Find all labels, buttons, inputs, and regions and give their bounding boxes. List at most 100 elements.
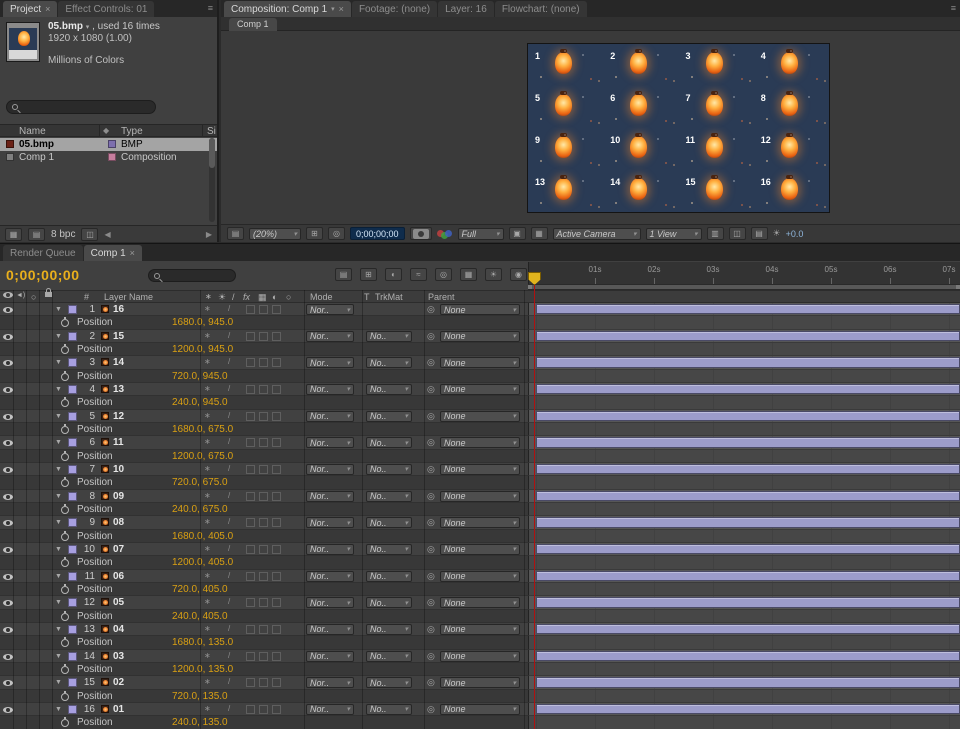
- project-item-comp[interactable]: Comp 1 Composition: [0, 151, 217, 164]
- composition-view[interactable]: 12345678910111213141516: [528, 44, 829, 212]
- parent-pickwhip-icon[interactable]: ◎: [427, 437, 435, 448]
- visibility-toggle-icon[interactable]: [3, 600, 13, 606]
- layer-row[interactable]: ▼ 11 06 ∗ / Nor.. ▾ No.. ▾ ◎ None ▾: [0, 570, 960, 583]
- position-value[interactable]: 1200.0, 135.0: [172, 664, 233, 675]
- visibility-toggle-icon[interactable]: [3, 387, 13, 393]
- stopwatch-icon[interactable]: [61, 666, 69, 674]
- parent-pickwhip-icon[interactable]: ◎: [427, 517, 435, 528]
- project-scrollbar[interactable]: [209, 138, 215, 222]
- quality-column-icon[interactable]: /: [232, 292, 235, 302]
- trkmat-dropdown[interactable]: No.. ▾: [366, 517, 412, 528]
- audio-column-icon[interactable]: ◄): [16, 292, 25, 299]
- parent-pickwhip-icon[interactable]: ◎: [427, 357, 435, 368]
- parent-dropdown[interactable]: None ▾: [440, 491, 520, 502]
- layer-track[interactable]: [528, 676, 960, 689]
- property-name[interactable]: Position: [77, 717, 113, 728]
- tab-comp1-timeline[interactable]: Comp 1 ×: [84, 245, 142, 261]
- property-name[interactable]: Position: [77, 504, 113, 515]
- mode-dropdown[interactable]: Nor.. ▾: [306, 357, 354, 368]
- fx-switch-box[interactable]: [246, 492, 255, 501]
- layer-name[interactable]: 12: [113, 411, 124, 422]
- visibility-toggle-icon[interactable]: [3, 574, 13, 580]
- layer-color-swatch[interactable]: [68, 438, 77, 447]
- trkmat-dropdown[interactable]: No.. ▾: [366, 544, 412, 555]
- column-number[interactable]: #: [84, 292, 89, 302]
- property-row[interactable]: Position 1680.0, 945.0: [0, 316, 960, 329]
- fx-switch-box[interactable]: [246, 358, 255, 367]
- layer-row[interactable]: ▼ 4 13 ∗ / Nor.. ▾ No.. ▾ ◎ None ▾: [0, 383, 960, 396]
- motionblur-switch-box[interactable]: [272, 385, 281, 394]
- frameblend-switch-box[interactable]: [259, 625, 268, 634]
- stopwatch-icon[interactable]: [61, 559, 69, 567]
- visibility-toggle-icon[interactable]: [3, 707, 13, 713]
- motionblur-switch-box[interactable]: [272, 305, 281, 314]
- parent-dropdown[interactable]: None ▾: [440, 677, 520, 688]
- layer-duration-bar[interactable]: [536, 624, 960, 634]
- comp-subtab[interactable]: Comp 1: [229, 18, 277, 31]
- visibility-toggle-icon[interactable]: [3, 334, 13, 340]
- layer-duration-bar[interactable]: [536, 651, 960, 661]
- snapshot-button[interactable]: [410, 227, 432, 240]
- mode-dropdown[interactable]: Nor.. ▾: [306, 464, 354, 475]
- transparency-grid-icon[interactable]: ▦: [531, 227, 548, 240]
- property-row[interactable]: Position 1680.0, 135.0: [0, 636, 960, 649]
- motionblur-switch-box[interactable]: [272, 412, 281, 421]
- quality-switch-icon[interactable]: /: [228, 491, 230, 500]
- visibility-toggle-icon[interactable]: [3, 307, 13, 313]
- property-row[interactable]: Position 1200.0, 135.0: [0, 663, 960, 676]
- visibility-toggle-icon[interactable]: [3, 627, 13, 633]
- region-of-interest-icon[interactable]: ▣: [509, 227, 526, 240]
- parent-pickwhip-icon[interactable]: ◎: [427, 464, 435, 475]
- property-row[interactable]: Position 240.0, 135.0: [0, 716, 960, 729]
- timeline-toolbar-button-6[interactable]: ▦: [460, 268, 477, 281]
- camera-dropdown[interactable]: Active Camera ▾: [553, 228, 641, 240]
- parent-dropdown[interactable]: None ▾: [440, 704, 520, 715]
- position-value[interactable]: 1200.0, 675.0: [172, 451, 233, 462]
- quality-switch-icon[interactable]: /: [228, 331, 230, 340]
- parent-dropdown[interactable]: None ▾: [440, 544, 520, 555]
- stopwatch-icon[interactable]: [61, 373, 69, 381]
- layer-name[interactable]: 05: [113, 597, 124, 608]
- layer-color-swatch[interactable]: [68, 705, 77, 714]
- layer-duration-bar[interactable]: [536, 357, 960, 367]
- visibility-toggle-icon[interactable]: [3, 360, 13, 366]
- layer-row[interactable]: ▼ 3 14 ∗ / Nor.. ▾ No.. ▾ ◎ None ▾: [0, 356, 960, 369]
- layer-track[interactable]: [528, 650, 960, 663]
- current-time-display[interactable]: 0;00;00;00: [6, 267, 80, 283]
- layer-color-swatch[interactable]: [68, 332, 77, 341]
- layer-color-swatch[interactable]: [68, 518, 77, 527]
- frameblend-switch-box[interactable]: [259, 598, 268, 607]
- quality-switch-icon[interactable]: /: [228, 677, 230, 686]
- expand-triangle-icon[interactable]: ▼: [55, 306, 62, 313]
- parent-dropdown[interactable]: None ▾: [440, 357, 520, 368]
- zoom-dropdown[interactable]: (20%) ▾: [249, 228, 301, 240]
- chevron-down-icon[interactable]: ▾: [86, 24, 90, 31]
- stopwatch-icon[interactable]: [61, 426, 69, 434]
- parent-dropdown[interactable]: None ▾: [440, 624, 520, 635]
- layer-color-swatch[interactable]: [68, 305, 77, 314]
- layer-duration-bar[interactable]: [536, 677, 960, 687]
- layer-duration-bar[interactable]: [536, 304, 960, 314]
- column-name[interactable]: Name: [19, 126, 46, 137]
- shy-switch-icon[interactable]: ∗: [204, 411, 211, 420]
- video-column-icon[interactable]: [3, 292, 13, 298]
- layer-color-swatch[interactable]: [68, 492, 77, 501]
- quality-switch-icon[interactable]: /: [228, 651, 230, 660]
- stopwatch-icon[interactable]: [61, 586, 69, 594]
- parent-pickwhip-icon[interactable]: ◎: [427, 384, 435, 395]
- stopwatch-icon[interactable]: [61, 693, 69, 701]
- layer-row[interactable]: ▼ 6 11 ∗ / Nor.. ▾ No.. ▾ ◎ None ▾: [0, 436, 960, 449]
- position-value[interactable]: 1200.0, 405.0: [172, 557, 233, 568]
- scroll-left-icon[interactable]: ◀: [104, 230, 110, 239]
- layer-row[interactable]: ▼ 13 04 ∗ / Nor.. ▾ No.. ▾ ◎ None ▾: [0, 623, 960, 636]
- quality-switch-icon[interactable]: /: [228, 411, 230, 420]
- threed-column-icon[interactable]: ○: [286, 292, 291, 302]
- property-name[interactable]: Position: [77, 557, 113, 568]
- shy-switch-icon[interactable]: ∗: [204, 571, 211, 580]
- layer-track[interactable]: [528, 543, 960, 556]
- layer-track[interactable]: [528, 303, 960, 316]
- frameblend-switch-box[interactable]: [259, 492, 268, 501]
- parent-pickwhip-icon[interactable]: ◎: [427, 704, 435, 715]
- layer-duration-bar[interactable]: [536, 571, 960, 581]
- blend-column-icon[interactable]: ☀: [218, 292, 226, 303]
